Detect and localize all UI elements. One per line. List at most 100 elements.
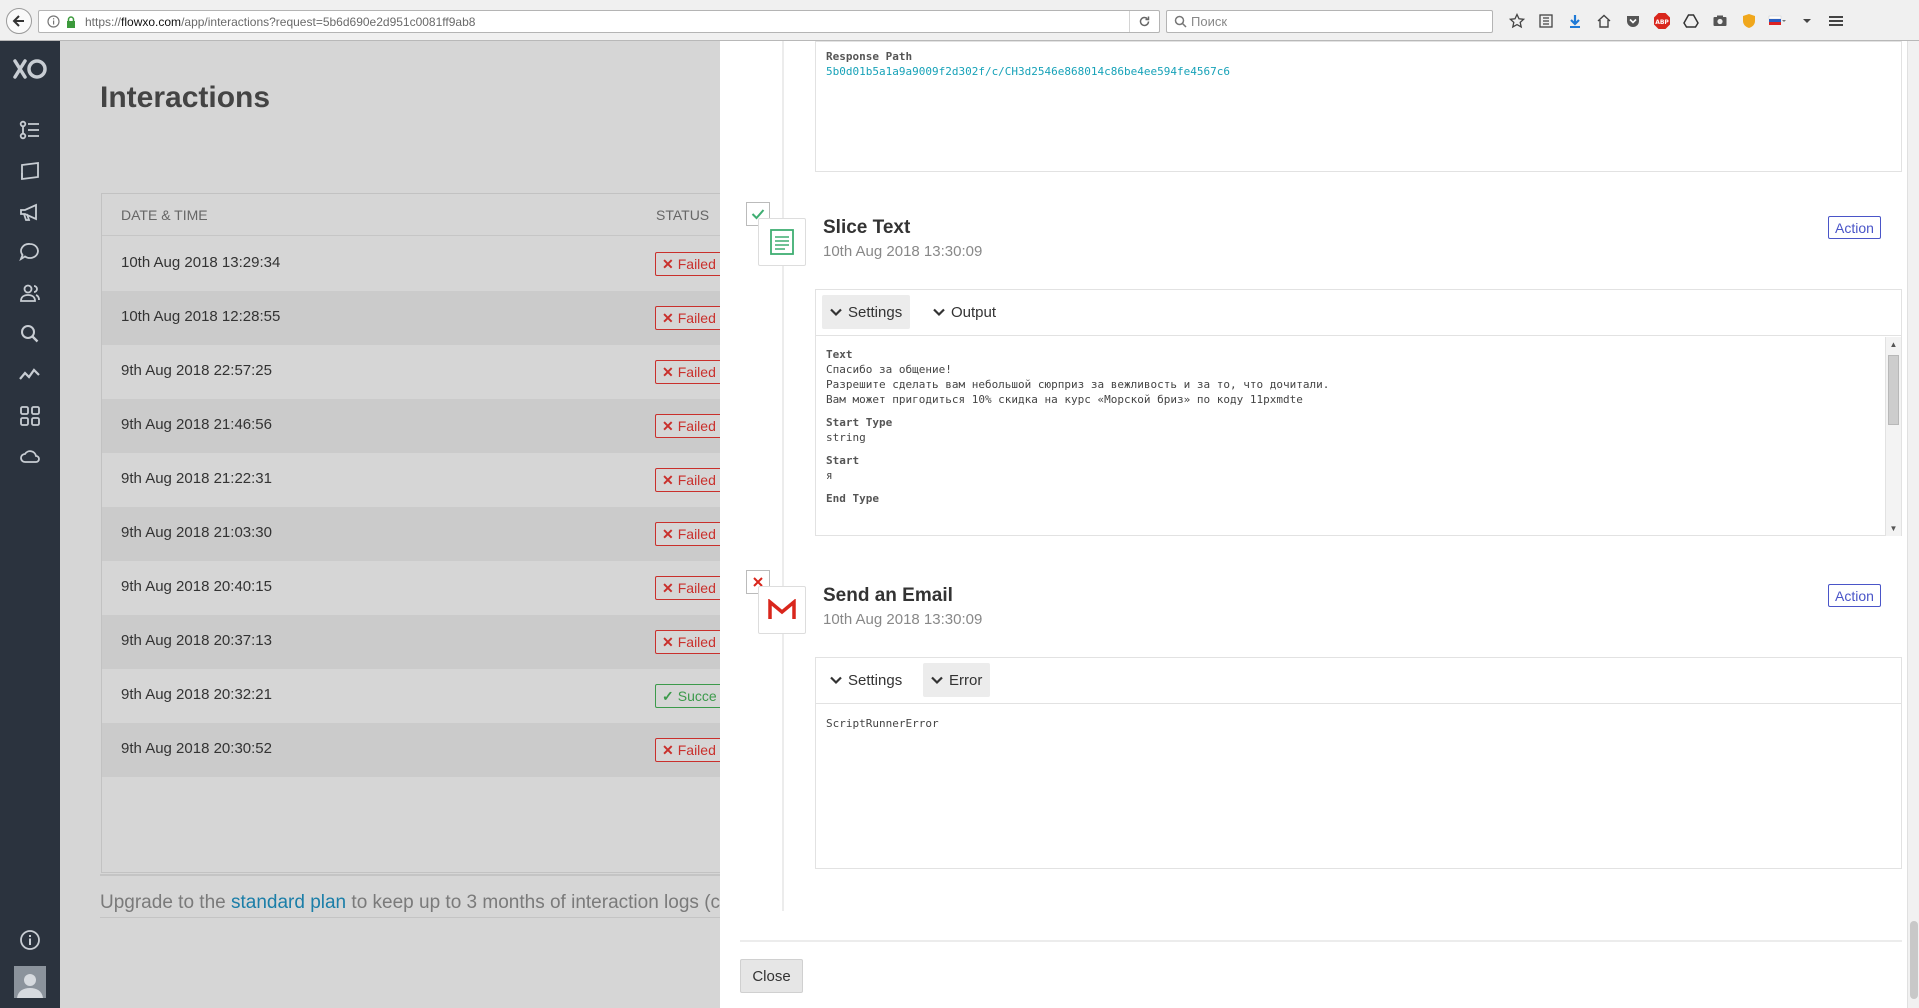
download-icon[interactable] [1560,9,1589,33]
upgrade-notice: Upgrade to the standard plan to keep up … [100,874,800,914]
row-date: 9th Aug 2018 20:40:15 [121,578,272,595]
table-row[interactable]: 10th Aug 2018 13:29:34 ✕ Failed [102,237,820,291]
field-label: Response Path [826,50,913,63]
field-label: End Type [826,492,879,505]
divider [100,917,800,918]
field-value: 5b0d01b5a1a9a9009f2d302f/c/CH3d2546e8680… [826,65,1230,78]
tab-error[interactable]: Error [923,663,991,697]
step-details-panel: Settings Output Text Спасибо за общение!… [815,289,1902,536]
status-badge: ✕ Failed [655,360,723,384]
scroll-thumb[interactable] [1910,921,1918,999]
chevron-down-icon [931,676,943,685]
sidebar-flows-icon[interactable] [15,116,45,144]
flowxo-logo-icon[interactable] [11,55,49,83]
sidebar-broadcast-icon[interactable] [15,198,45,226]
search-placeholder: Поиск [1191,14,1228,29]
row-date: 10th Aug 2018 12:28:55 [121,308,281,325]
status-badge: ✕ Failed [655,522,723,546]
table-row[interactable]: 9th Aug 2018 21:03:30 ✕ Failed [102,507,820,561]
step-app-icon [758,218,806,266]
table-row[interactable]: 9th Aug 2018 21:46:56 ✕ Failed [102,399,820,453]
text-document-icon [770,229,794,255]
row-date: 9th Aug 2018 21:46:56 [121,416,272,433]
drive-icon[interactable] [1676,9,1705,33]
row-date: 9th Aug 2018 21:03:30 [121,524,272,541]
avatar[interactable] [14,966,46,998]
step-timestamp: 10th Aug 2018 13:30:09 [823,611,983,628]
status-badge: ✕ Failed [655,306,723,330]
search-bar[interactable]: Поиск [1166,10,1493,33]
column-header-date[interactable]: DATE & TIME [121,207,208,223]
x-icon: ✕ [662,471,674,488]
sidebar-chat-icon[interactable] [15,238,45,266]
close-button[interactable]: Close [740,959,803,993]
table-row[interactable]: 9th Aug 2018 21:22:31 ✕ Failed [102,453,820,507]
camera-icon[interactable] [1705,9,1734,33]
sidebar-contacts-icon[interactable] [15,279,45,307]
tab-settings[interactable]: Settings [822,663,910,697]
sidebar-cloud-icon[interactable] [15,442,45,470]
url-text: https://flowxo.com/app/interactions?requ… [85,14,476,29]
scroll-thumb[interactable] [1888,355,1899,425]
field-label: Start Type [826,416,893,429]
table-row[interactable]: 9th Aug 2018 22:57:25 ✕ Failed [102,345,820,399]
reading-list-icon[interactable] [1531,9,1560,33]
pocket-icon[interactable] [1618,9,1647,33]
sidebar-apps-icon[interactable] [15,402,45,430]
timeline-line [782,41,784,911]
home-icon[interactable] [1589,9,1618,33]
row-date: 9th Aug 2018 20:30:52 [121,740,272,757]
step-title: Slice Text [823,217,911,238]
gmail-icon [768,599,796,619]
action-tag: Action [1828,584,1881,607]
info-icon[interactable] [43,15,63,28]
field-label: Text [826,348,853,361]
adblock-icon[interactable]: ABP [1647,9,1676,33]
url-bar[interactable]: https://flowxo.com/app/interactions?requ… [38,10,1160,33]
field-label: Start [826,454,860,467]
search-icon [1169,15,1191,28]
shield-icon[interactable] [1734,9,1763,33]
step-tabs: Settings Output [816,290,1901,336]
sidebar-info-icon[interactable] [15,926,45,954]
back-button[interactable] [6,8,32,34]
table-row[interactable]: 10th Aug 2018 12:28:55 ✕ Failed [102,291,820,345]
step-tabs: Settings Error [816,658,1901,704]
reload-icon[interactable] [1129,11,1159,32]
table-row[interactable]: 9th Aug 2018 20:37:13 ✕ Failed [102,615,820,669]
chevron-down-icon [830,676,842,685]
tab-output[interactable]: Output [925,295,1004,329]
tab-settings[interactable]: Settings [822,295,911,329]
content-scrollbar[interactable]: ▲ ▼ [1885,337,1901,536]
table-row[interactable]: 9th Aug 2018 20:40:15 ✕ Failed [102,561,820,615]
settings-content: Text Спасибо за общение! Разрешите сдела… [826,347,1876,535]
chevron-down-icon [933,308,945,317]
scroll-up-icon[interactable]: ▲ [1886,337,1901,352]
field-value: string [826,431,866,444]
table-row[interactable]: 9th Aug 2018 20:30:52 ✕ Failed [102,723,820,777]
sidebar-bots-icon[interactable] [15,157,45,185]
step-app-icon [758,586,806,634]
sidebar-activity-icon[interactable] [15,360,45,388]
scroll-down-icon[interactable]: ▼ [1886,521,1901,536]
app-sidebar [0,41,60,1008]
check-icon: ✓ [662,687,674,704]
drawer-scrollbar[interactable] [1907,41,1919,1008]
standard-plan-link[interactable]: standard plan [231,892,346,913]
column-header-status[interactable]: STATUS [656,207,709,223]
hamburger-menu-icon[interactable] [1821,9,1850,33]
browser-toolbar: https://flowxo.com/app/interactions?requ… [0,0,1919,41]
x-icon: ✕ [662,255,674,272]
x-icon: ✕ [662,309,674,326]
sidebar-search-icon[interactable] [15,320,45,348]
field-value: Разрешите сделать вам небольшой сюрприз … [826,378,1330,391]
language-flag-icon[interactable] [1763,9,1792,33]
chevron-down-icon[interactable] [1792,9,1821,33]
table-row[interactable]: 9th Aug 2018 20:32:21 ✓ Succe [102,669,820,723]
table-header: DATE & TIME STATUS [102,194,820,236]
row-date: 9th Aug 2018 22:57:25 [121,362,272,379]
action-tag: Action [1828,216,1881,239]
browser-extensions: ABP [1502,9,1850,33]
x-icon: ✕ [662,633,674,650]
bookmark-star-icon[interactable] [1502,9,1531,33]
